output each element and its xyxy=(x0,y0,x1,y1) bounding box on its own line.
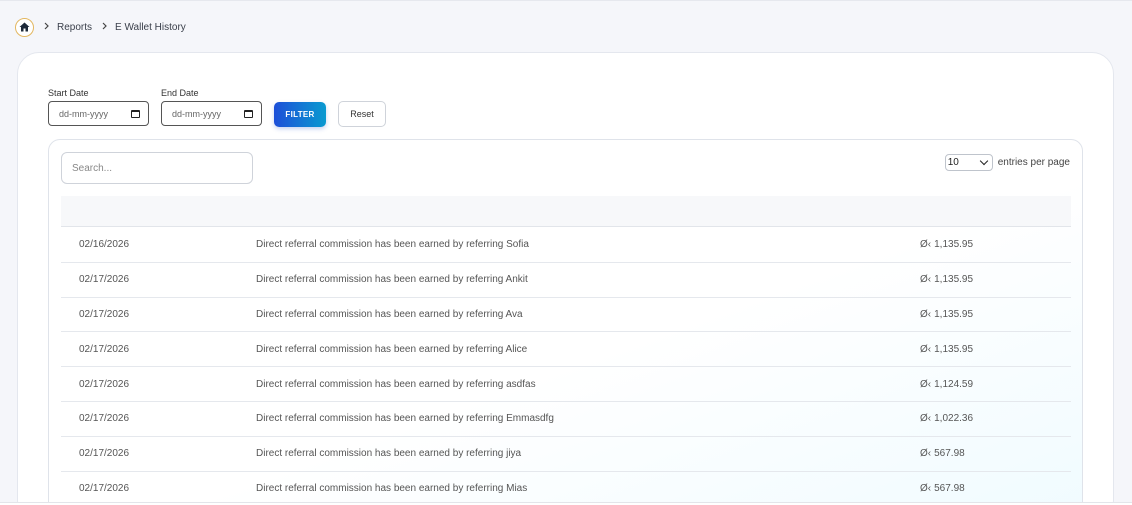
chevron-down-icon xyxy=(979,156,988,165)
row-description: Direct referral commission has been earn… xyxy=(256,448,522,460)
start-date-placeholder: dd-mm-yyyy xyxy=(59,108,108,119)
entries-per-page: 10 entries per page xyxy=(944,153,1070,171)
chevron-right-icon xyxy=(44,22,49,33)
table-row: 02/17/2026 Direct referral commission has… xyxy=(61,472,1071,505)
amount-value: 1,135.95 xyxy=(934,274,974,286)
row-amount: Ø‹ 1,135.95 xyxy=(920,228,973,262)
row-amount: Ø‹ 567.98 xyxy=(920,437,965,471)
table-row: 02/17/2026 Direct referral commission has… xyxy=(61,298,1071,333)
table-body: 02/16/2026 Direct referral commission has… xyxy=(61,228,1071,505)
wallet-history-card: Start Date dd-mm-yyyy End Date dd-mm-yyy… xyxy=(17,52,1114,505)
row-amount: Ø‹ 1,135.95 xyxy=(920,332,973,366)
amount-value: 1,135.95 xyxy=(934,308,974,320)
wallet-table-panel: Search... 10 entries per page 02/16/2026… xyxy=(48,139,1083,505)
table-row: 02/17/2026 Direct referral commission has… xyxy=(61,263,1071,298)
row-amount: Ø‹ 1,022.36 xyxy=(920,402,973,436)
row-date: 02/17/2026 xyxy=(79,413,130,425)
row-description: Direct referral commission has been earn… xyxy=(256,413,554,425)
table-row: 02/16/2026 Direct referral commission has… xyxy=(61,228,1071,263)
amount-value: 1,135.95 xyxy=(934,343,974,355)
amount-value: 1,124.59 xyxy=(934,378,974,390)
currency-symbol: Ø‹ xyxy=(920,308,932,320)
row-date: 02/17/2026 xyxy=(79,482,130,494)
currency-symbol: Ø‹ xyxy=(920,482,932,494)
table-row: 02/17/2026 Direct referral commission has… xyxy=(61,332,1071,368)
reset-button[interactable]: Reset xyxy=(338,101,386,127)
currency-symbol: Ø‹ xyxy=(920,448,932,460)
currency-symbol: Ø‹ xyxy=(920,378,932,390)
end-date-label: End Date xyxy=(161,88,199,98)
row-date: 02/17/2026 xyxy=(79,274,130,286)
amount-value: 1,022.36 xyxy=(934,413,974,425)
calendar-icon[interactable] xyxy=(131,109,140,118)
amount-value: 567.98 xyxy=(934,448,965,460)
row-description: Direct referral commission has been earn… xyxy=(256,482,528,494)
currency-symbol: Ø‹ xyxy=(920,343,932,355)
row-description: Direct referral commission has been earn… xyxy=(256,274,528,286)
row-amount: Ø‹ 1,135.95 xyxy=(920,263,973,297)
amount-value: 567.98 xyxy=(934,482,965,494)
amount-value: 1,135.95 xyxy=(934,239,974,251)
calendar-icon[interactable] xyxy=(244,109,253,118)
table-header xyxy=(61,196,1071,227)
search-input[interactable]: Search... xyxy=(61,152,253,184)
entries-label: entries per page xyxy=(997,156,1070,168)
end-date-input[interactable]: dd-mm-yyyy xyxy=(161,101,262,126)
top-divider xyxy=(0,0,1132,1)
row-amount: Ø‹ 1,135.95 xyxy=(920,298,973,332)
home-icon[interactable] xyxy=(15,17,34,37)
breadcrumb-current: E Wallet History xyxy=(115,21,186,33)
currency-symbol: Ø‹ xyxy=(920,274,932,286)
row-date: 02/17/2026 xyxy=(79,448,130,460)
row-description: Direct referral commission has been earn… xyxy=(256,308,523,320)
row-date: 02/16/2026 xyxy=(79,239,130,251)
row-amount: Ø‹ 1,124.59 xyxy=(920,367,973,401)
row-date: 02/17/2026 xyxy=(79,308,130,320)
row-amount: Ø‹ 567.98 xyxy=(920,472,965,505)
start-date-label: Start Date xyxy=(48,88,89,98)
breadcrumb: Reports E Wallet History xyxy=(15,17,186,37)
table-row: 02/17/2026 Direct referral commission has… xyxy=(61,367,1071,402)
row-date: 02/17/2026 xyxy=(79,378,130,390)
currency-symbol: Ø‹ xyxy=(920,239,932,251)
row-description: Direct referral commission has been earn… xyxy=(256,378,536,390)
start-date-input[interactable]: dd-mm-yyyy xyxy=(48,101,149,126)
row-description: Direct referral commission has been earn… xyxy=(256,343,528,355)
entries-value: 10 xyxy=(947,156,959,168)
chevron-right-icon xyxy=(102,22,107,33)
table-row: 02/17/2026 Direct referral commission has… xyxy=(61,437,1071,472)
currency-symbol: Ø‹ xyxy=(920,413,932,425)
row-date: 02/17/2026 xyxy=(79,343,130,355)
entries-select[interactable]: 10 xyxy=(944,153,993,171)
row-description: Direct referral commission has been earn… xyxy=(256,239,529,251)
search-placeholder: Search... xyxy=(72,162,113,174)
breadcrumb-reports[interactable]: Reports xyxy=(57,22,92,33)
end-date-placeholder: dd-mm-yyyy xyxy=(172,108,221,119)
filter-button[interactable]: FILTER xyxy=(274,102,326,127)
table-row: 02/17/2026 Direct referral commission has… xyxy=(61,402,1071,437)
